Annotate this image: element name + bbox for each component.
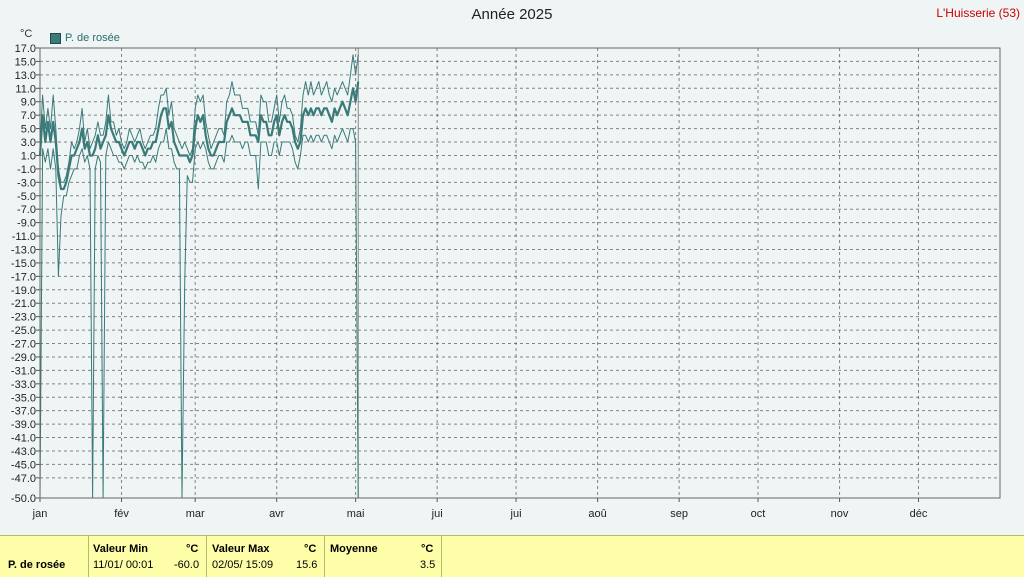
x-tick-label: nov [831, 508, 849, 520]
stats-footer: P. de rosée Valeur Min °C 11/01/ 00:01 -… [0, 535, 1024, 577]
y-tick-label: 7.0 [21, 110, 36, 122]
y-tick-label: 15.0 [15, 56, 36, 68]
y-tick-label: -29.0 [11, 352, 36, 364]
y-tick-label: -13.0 [11, 244, 36, 256]
footer-min-date: 11/01/ 00:01 [93, 559, 154, 571]
dew-point-chart: 17.015.0 13.011.0 9.07.0 5.03.01.0 -1.0-3.0 -… [11, 43, 1001, 520]
footer-mean-unit: °C [421, 543, 434, 555]
y-tick-label: 1.0 [21, 150, 36, 162]
y-tick-label: -9.0 [17, 218, 36, 230]
y-tick-label: 13.0 [15, 70, 36, 82]
y-tick-label: -21.0 [11, 298, 36, 310]
y-tick-label: 17.0 [15, 43, 36, 55]
y-tick-label: -1.0 [17, 164, 36, 176]
y-tick-label: -47.0 [11, 473, 36, 485]
x-tick-label: déc [910, 508, 928, 520]
y-tick-label: 9.0 [21, 97, 36, 109]
grid [40, 48, 1000, 498]
footer-max-unit: °C [304, 543, 317, 555]
footer-min-value: -60.0 [174, 559, 200, 571]
footer-mean-header: Moyenne [330, 543, 378, 555]
x-tick-label: avr [269, 508, 285, 520]
x-tick-label: oct [751, 508, 766, 520]
y-tick-label: -3.0 [17, 177, 36, 189]
footer-min-cell: Valeur Min °C 11/01/ 00:01 -60.0 [88, 536, 207, 577]
footer-max-header: Valeur Max [212, 543, 270, 555]
footer-max-cell: Valeur Max °C 02/05/ 15:09 15.6 [206, 536, 325, 577]
y-tick-label: -25.0 [11, 325, 36, 337]
footer-max-date: 02/05/ 15:09 [212, 559, 274, 571]
y-tick-label: -15.0 [11, 258, 36, 270]
y-tick-label: -33.0 [11, 379, 36, 391]
footer-series-label: P. de rosée [8, 559, 66, 571]
y-axis-ticks: 17.015.0 13.011.0 9.07.0 5.03.01.0 -1.0-3.0 -… [11, 43, 40, 505]
y-tick-label: 3.0 [21, 137, 36, 149]
x-axis-ticks: jan fév mar avr mai jui jui aoû sep oct nov déc [32, 498, 928, 520]
y-tick-label: -37.0 [11, 406, 36, 418]
x-tick-label: mai [347, 508, 365, 520]
y-tick-label: -23.0 [11, 312, 36, 324]
x-tick-label: fév [114, 508, 129, 520]
series-min-line [39, 128, 359, 499]
y-tick-label: -5.0 [17, 191, 36, 203]
x-tick-label: sep [670, 508, 688, 520]
footer-max-value: 15.6 [296, 559, 318, 571]
y-tick-label: -35.0 [11, 392, 36, 404]
x-tick-label: jui [510, 508, 522, 520]
y-tick-label: -45.0 [11, 459, 36, 471]
y-tick-label: -11.0 [12, 231, 36, 243]
x-tick-label: aoû [588, 508, 606, 520]
y-tick-label: -31.0 [11, 365, 36, 377]
y-tick-label: 5.0 [21, 124, 36, 136]
y-tick-label: -39.0 [11, 419, 36, 431]
y-tick-label: -7.0 [17, 204, 36, 216]
y-tick-label: -19.0 [11, 285, 36, 297]
x-tick-label: mar [186, 508, 205, 520]
x-tick-label: jan [32, 508, 48, 520]
y-tick-label: -17.0 [11, 271, 36, 283]
footer-mean-cell: Moyenne °C 3.5 [324, 536, 442, 577]
footer-min-header: Valeur Min [93, 543, 149, 555]
x-tick-label: jui [431, 508, 443, 520]
y-tick-label: 11.0 [15, 83, 36, 95]
y-tick-label: -50.0 [11, 493, 36, 505]
footer-series-cell: P. de rosée [0, 536, 89, 577]
footer-min-unit: °C [186, 543, 199, 555]
y-tick-label: -43.0 [11, 446, 36, 458]
footer-mean-value: 3.5 [420, 559, 436, 571]
y-tick-label: -27.0 [11, 339, 36, 351]
y-tick-label: -41.0 [11, 433, 36, 445]
